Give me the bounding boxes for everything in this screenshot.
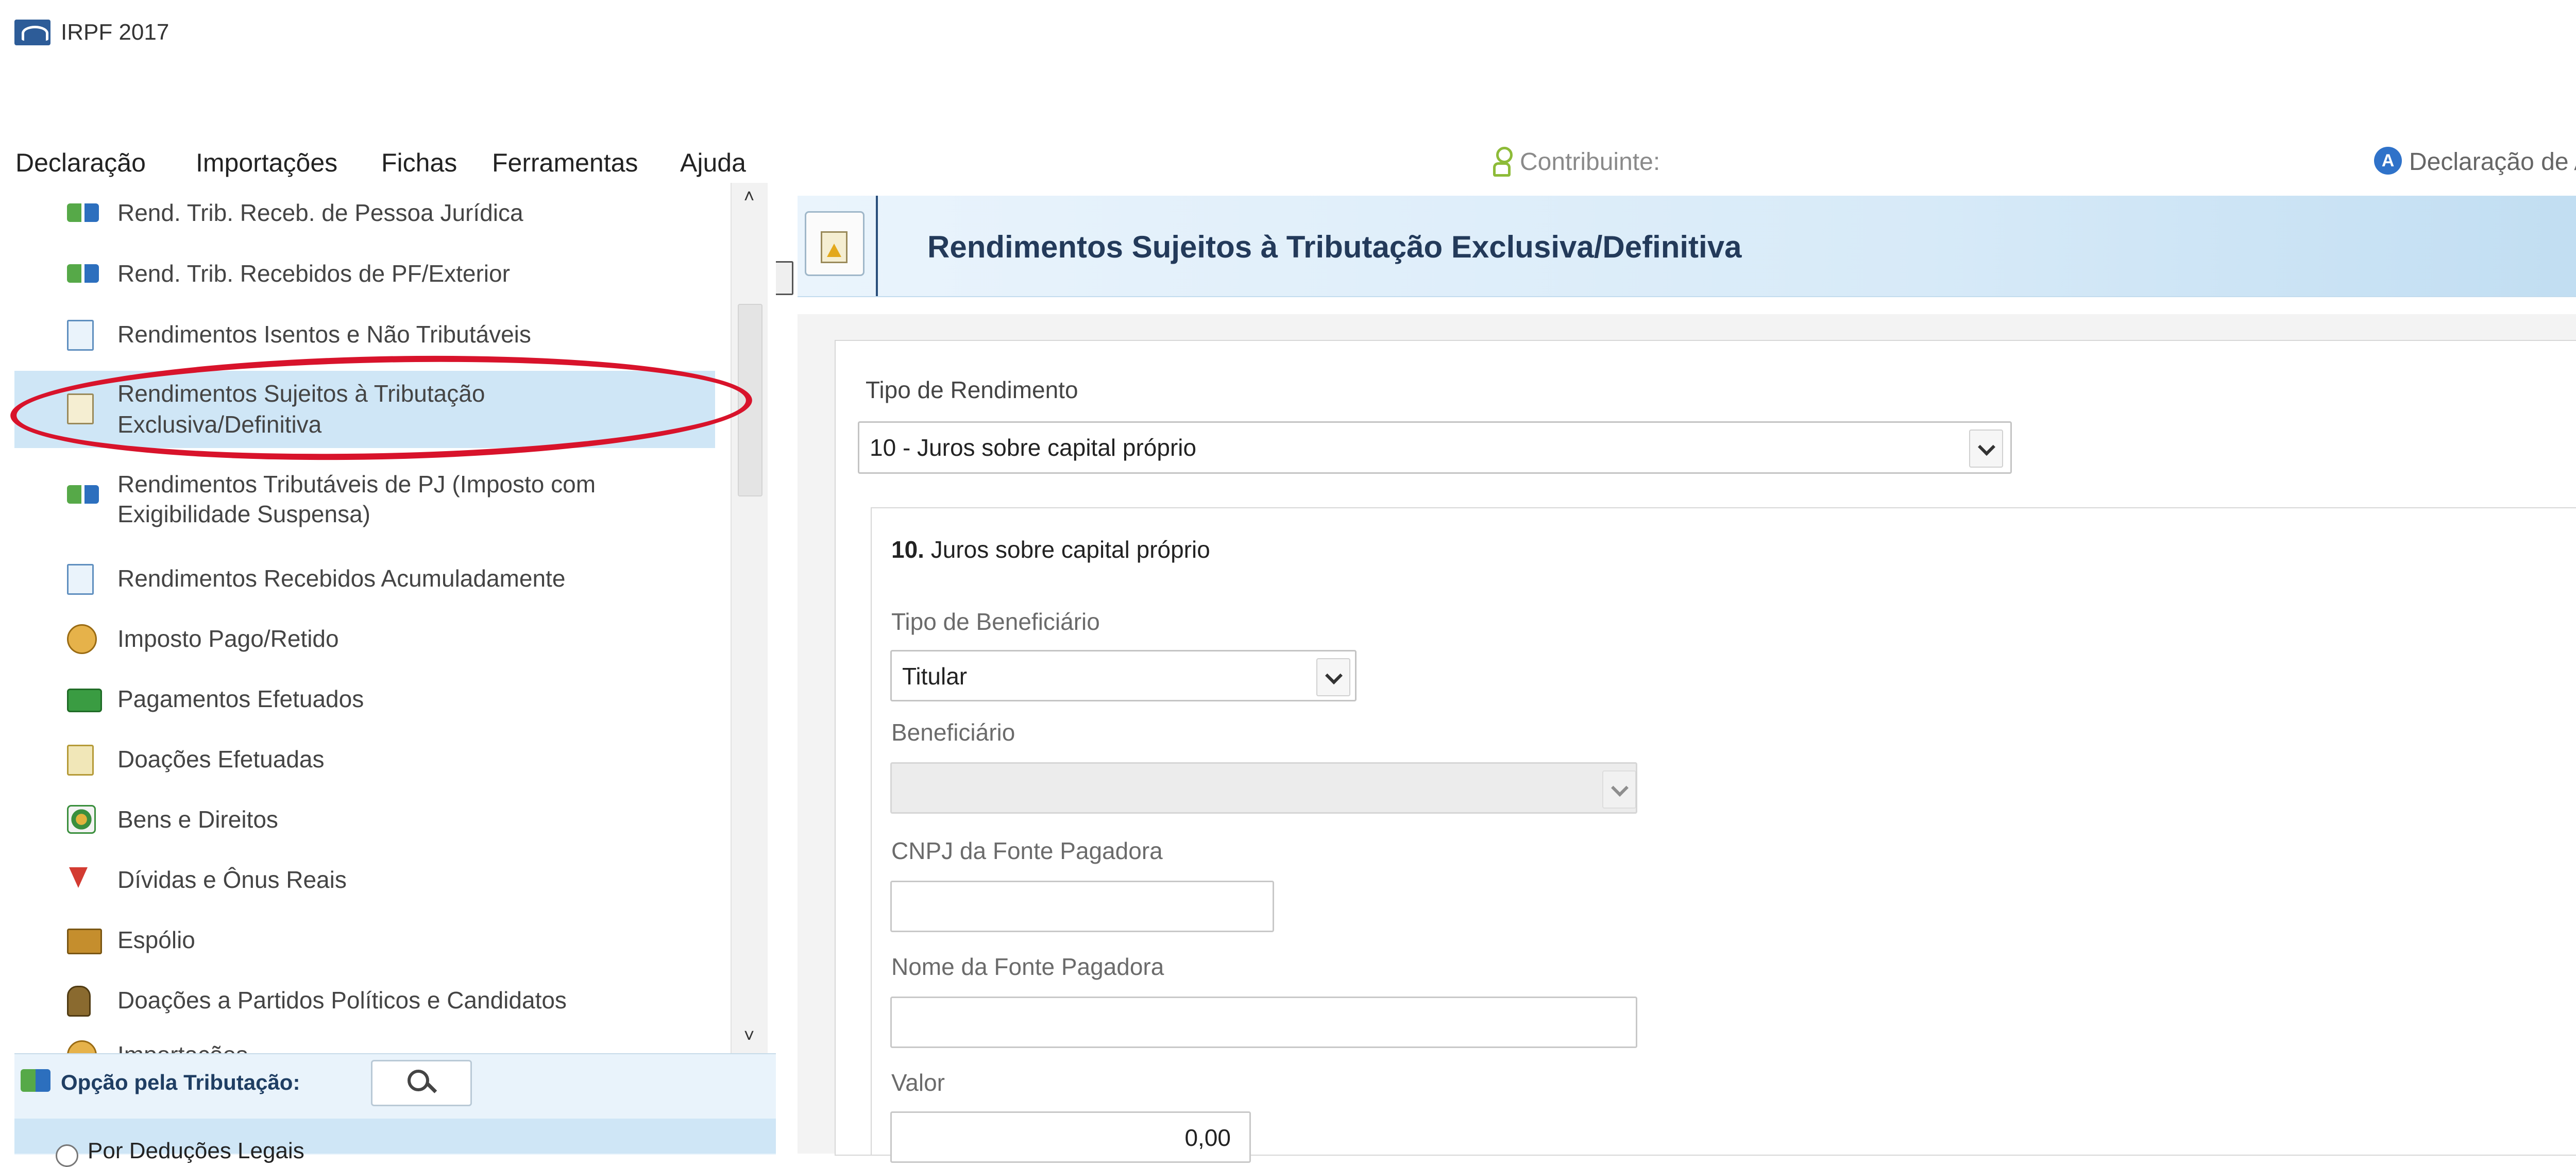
chevron-down-icon[interactable] xyxy=(1602,770,1636,809)
nav-item-label: Dívidas e Ônus Reais xyxy=(117,866,347,893)
window-title: IRPF 2017 xyxy=(61,20,170,45)
deducoes-legais-label: Por Deduções Legais xyxy=(88,1138,304,1163)
menu-bar: Declaração Importações Fichas Ferramenta… xyxy=(0,70,2576,177)
income-type-detail-card xyxy=(871,507,2576,1156)
valor-input[interactable]: 0,00 xyxy=(890,1111,1251,1163)
nav-item-label: Pagamentos Efetuados xyxy=(117,685,364,712)
chevron-down-icon[interactable] xyxy=(1969,430,2003,468)
arrow-down-icon xyxy=(67,865,88,892)
nav-item-label: Bens e Direitos xyxy=(117,806,278,833)
tax-option-label: Opção pela Tributação: xyxy=(61,1070,300,1094)
nome-fonte-input[interactable] xyxy=(890,997,1637,1048)
transfer-icon xyxy=(67,203,99,222)
cnpj-label: CNPJ da Fonte Pagadora xyxy=(891,837,1163,864)
credit-card-icon xyxy=(67,689,102,712)
app-logo-icon xyxy=(14,20,50,45)
tipo-beneficiario-select[interactable]: Titular xyxy=(890,650,1357,701)
valor-value: 0,00 xyxy=(1184,1124,1231,1151)
document-icon xyxy=(67,564,94,595)
nav-item-importacoes[interactable]: Importações xyxy=(26,1040,711,1053)
coin-icon xyxy=(67,624,97,654)
nome-fonte-label: Nome da Fonte Pagadora xyxy=(891,953,1164,980)
valor-label: Valor xyxy=(891,1069,945,1096)
document-icon xyxy=(67,320,94,351)
chevron-down-icon[interactable] xyxy=(1316,658,1350,696)
transfer-icon xyxy=(67,485,99,504)
donation-icon xyxy=(67,745,94,776)
transfer-icon xyxy=(67,264,99,283)
nav-item-label-line1: Rendimentos Tributáveis de PJ (Imposto c… xyxy=(117,471,596,497)
document-warning-icon xyxy=(805,211,865,276)
scroll-down-icon[interactable]: ˅ xyxy=(737,1025,761,1048)
nav-item-label: Importações xyxy=(117,1040,710,1053)
nav-item-label: Rend. Trib. Recebidos de PF/Exterior xyxy=(117,260,510,287)
nav-item-label: Doações a Partidos Políticos e Candidato… xyxy=(117,987,567,1014)
deducoes-legais-radio[interactable] xyxy=(56,1144,78,1167)
nav-item-label: Doações Efetuadas xyxy=(117,746,325,773)
tipo-beneficiario-value: Titular xyxy=(902,663,968,690)
estate-icon xyxy=(67,929,102,954)
nav-item-label: Rendimentos Recebidos Acumuladamente xyxy=(117,565,566,592)
tipo-rendimento-label: Tipo de Rendimento xyxy=(866,376,1078,403)
scroll-up-icon[interactable]: ˄ xyxy=(737,185,761,208)
section-heading: 10. Juros sobre capital próprio xyxy=(891,536,1210,563)
cnpj-input[interactable] xyxy=(890,881,1274,932)
title-bar: IRPF 2017 – xyxy=(0,0,2576,70)
page-title: Rendimentos Sujeitos à Tributação Exclus… xyxy=(927,230,1742,264)
header-divider xyxy=(876,196,878,296)
search-icon[interactable] xyxy=(371,1060,472,1106)
nav-item-label-line2: Exigibilidade Suspensa) xyxy=(117,501,370,527)
assets-icon xyxy=(67,805,96,834)
transfer-icon xyxy=(21,1069,50,1092)
import-icon xyxy=(67,1040,97,1053)
tipo-rendimento-value: 10 - Juros sobre capital próprio xyxy=(870,434,1197,461)
nav-item-label: Rendimentos Isentos e Não Tributáveis xyxy=(117,321,531,348)
nav-item-label: Espólio xyxy=(117,926,195,953)
nav-item-label: Rend. Trib. Receb. de Pessoa Jurídica xyxy=(117,199,523,226)
beneficiario-select[interactable] xyxy=(890,762,1637,814)
beneficiario-label: Beneficiário xyxy=(891,719,1015,746)
tipo-beneficiario-label: Tipo de Beneficiário xyxy=(891,608,1100,635)
section-title: Juros sobre capital próprio xyxy=(930,536,1210,563)
nav-item-label: Imposto Pago/Retido xyxy=(117,625,339,652)
ballot-icon xyxy=(67,986,91,1017)
section-number: 10. xyxy=(891,536,924,563)
tipo-rendimento-select[interactable]: 10 - Juros sobre capital próprio xyxy=(858,421,2012,474)
toolbar xyxy=(0,126,2576,296)
